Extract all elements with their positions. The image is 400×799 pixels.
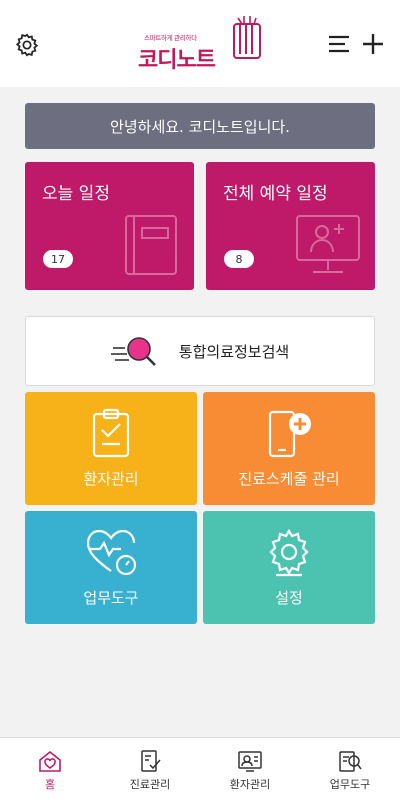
notebook-icon — [125, 215, 177, 275]
clinic-schedule-tile[interactable]: 진료스케줄 관리 — [203, 392, 375, 505]
document-check-icon — [141, 750, 161, 772]
today-schedule-title: 오늘 일정 — [42, 184, 110, 204]
monitor-users-icon — [296, 215, 360, 273]
medical-info-search-label: 통합의료정보검색 — [178, 342, 290, 361]
work-tools-label: 업무도구 — [83, 589, 139, 607]
all-reservations-card[interactable]: 전체 예약 일정 8 — [206, 162, 375, 290]
greeting-banner: 안녕하세요. 코디노트입니다. — [25, 103, 375, 149]
phone-plus-icon — [268, 410, 311, 458]
nav-item-home[interactable]: 홈 — [0, 738, 100, 799]
clinic-schedule-label: 진료스케줄 관리 — [238, 470, 340, 488]
gear-icon[interactable] — [14, 32, 40, 58]
patient-management-tile[interactable]: 환자관리 — [25, 392, 197, 505]
plus-icon[interactable] — [362, 33, 384, 55]
nav-label-clinic-management: 진료관리 — [129, 778, 171, 791]
nav-item-patient-management[interactable]: 환자관리 — [200, 738, 300, 799]
app-logo[interactable]: 스마트하게 관리하다 코디노트 — [134, 14, 268, 73]
settings-label: 설정 — [275, 589, 303, 607]
bottom-navigation: 홈 진료관리 환자관리 업무도구 — [0, 737, 400, 799]
clipboard-check-icon — [92, 408, 130, 458]
nav-label-home: 홈 — [44, 778, 56, 791]
nav-item-clinic-management[interactable]: 진료관리 — [100, 738, 200, 799]
menu-icon[interactable] — [329, 35, 349, 53]
search-magnifier-icon — [110, 337, 156, 366]
all-reservations-title: 전체 예약 일정 — [223, 184, 328, 204]
settings-tile[interactable]: 설정 — [203, 511, 375, 624]
home-heart-icon — [39, 750, 61, 772]
app-header: 스마트하게 관리하다 코디노트 — [0, 0, 400, 87]
nav-item-work-tools[interactable]: 업무도구 — [300, 738, 400, 799]
nav-label-work-tools: 업무도구 — [329, 778, 371, 791]
document-search-icon — [339, 751, 362, 772]
today-schedule-card[interactable]: 오늘 일정 17 — [25, 162, 194, 290]
all-reservations-count-badge: 8 — [224, 250, 254, 268]
patient-card-icon — [238, 751, 262, 772]
today-schedule-count-badge: 17 — [43, 250, 73, 268]
logo-tagline: 스마트하게 관리하다 — [144, 34, 197, 42]
gear-icon — [269, 528, 309, 577]
logo-mark-icon — [233, 16, 261, 59]
logo-text: 코디노트 — [138, 48, 216, 73]
patient-management-label: 환자관리 — [83, 470, 139, 488]
medical-info-search-button[interactable]: 통합의료정보검색 — [25, 316, 375, 386]
nav-label-patient-management: 환자관리 — [229, 778, 271, 791]
work-tools-tile[interactable]: 업무도구 — [25, 511, 197, 624]
heartbeat-icon — [86, 529, 137, 576]
